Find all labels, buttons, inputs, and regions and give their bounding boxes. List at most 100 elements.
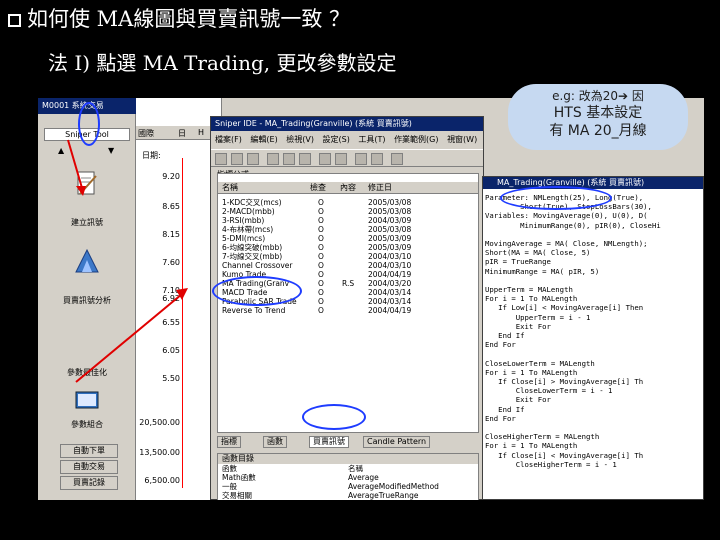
menu-edit[interactable]: 編輯(E): [250, 135, 277, 144]
code-line: MinimumRange = MA( pIR, 5): [485, 266, 600, 276]
list-item[interactable]: Math函數 Average: [218, 473, 478, 482]
chart-date-label: 日期:: [142, 151, 161, 160]
auto-trade-button[interactable]: 自動交易: [60, 460, 118, 474]
code-line: End For: [485, 413, 516, 423]
ide-tab-strip: 指標 函數 買賣訊號 Candle Pattern: [217, 435, 479, 449]
table-row[interactable]: 6-均線突破(mbb) O 2005/03/09: [218, 243, 478, 252]
code-line: End If: [485, 404, 525, 414]
list-item[interactable]: 一般 AverageModifiedMethod: [218, 482, 478, 491]
price-tick: 8.65: [162, 202, 180, 211]
cut-icon[interactable]: [267, 153, 279, 165]
price-tick: 8.15: [162, 230, 180, 239]
table-row[interactable]: Reverse To Trend O 2004/04/19: [218, 306, 478, 315]
volume-tick: 20,500.00: [139, 418, 180, 427]
table-row[interactable]: 1-KDC交叉(mcs) O 2005/03/08: [218, 198, 478, 207]
ide-menu-bar: 檔案(F) 編輯(E) 檢視(V) 設定(S) 工具(T) 作業範例(G) 視窗…: [211, 133, 483, 147]
code-line: If Low[i] < MovingAverage[i] Then: [485, 303, 644, 313]
tab-function[interactable]: 函數: [263, 436, 287, 448]
undo-icon[interactable]: [319, 153, 331, 165]
code-line: If Close[i] < MovingAverage[i] Th: [485, 450, 644, 460]
chart-market-label[interactable]: 國際: [138, 128, 154, 139]
ide-title-bar[interactable]: Sniper IDE - MA_Trading(Granville) (系統 買…: [211, 117, 483, 131]
param-combo-label[interactable]: 參數組合: [38, 420, 136, 430]
menu-window[interactable]: 視窗(W): [447, 135, 477, 144]
code-line: For i = 1 To MALength: [485, 441, 578, 451]
new-file-icon[interactable]: [215, 153, 227, 165]
function-panel-title: 函數目錄: [222, 454, 254, 463]
checkbox-bullet-icon: [8, 14, 21, 27]
table-row[interactable]: 2-MACD(mbb) O 2005/03/08: [218, 207, 478, 216]
highlight-ma-trading-ellipse: [212, 276, 302, 306]
function-list-panel: 函數目錄 函數 名稱 Math函數 Average 一般 AverageModifie…: [217, 453, 479, 500]
tab-candle-pattern[interactable]: Candle Pattern: [363, 436, 431, 448]
paste-icon[interactable]: [299, 153, 311, 165]
scroll-down-icon[interactable]: ▼: [108, 146, 114, 155]
compile-icon[interactable]: [355, 153, 367, 165]
code-line: Variables: MovingAverage(0), U(0), D(: [485, 211, 648, 221]
callout-line-3: 有 MA 20_月線: [549, 123, 647, 139]
code-line: CloseHigherTerm = MALength: [485, 432, 600, 442]
highlight-trade-signal-tab-ellipse: [302, 404, 366, 430]
callout-line-2: HTS 基本設定: [553, 105, 643, 121]
grid-header: 名稱 檢查 內容 修正日: [218, 182, 478, 194]
code-line: CloseLowerTerm = i - 1: [485, 386, 613, 396]
code-editor-window: MA_Trading(Granville) (系統 買賣訊號) Paramete…: [482, 176, 704, 500]
signal-analysis-icon[interactable]: [72, 246, 102, 276]
menu-examples[interactable]: 作業範例(G): [394, 135, 438, 144]
chart-period-label[interactable]: 日: [178, 128, 186, 139]
help-icon[interactable]: [391, 153, 403, 165]
red-arrow-icon: [75, 288, 188, 383]
list-item[interactable]: 交易相關 AverageTrueRange: [218, 491, 478, 500]
tab-indicator[interactable]: 指標: [217, 436, 241, 448]
code-line: For i = 1 To MALength: [485, 367, 578, 377]
app-screenshot: M0001 系統交易 Sniper Tool ▲ ▼ 建立訊號 買賣訊號分析 參…: [38, 98, 704, 500]
table-row[interactable]: 4-布林帶(mcs) O 2005/03/08: [218, 225, 478, 234]
menu-settings[interactable]: 設定(S): [323, 135, 350, 144]
save-icon[interactable]: [247, 153, 259, 165]
code-line: End If: [485, 331, 525, 341]
code-line: MovingAverage = MA( Close, NMLength);: [485, 239, 648, 249]
menu-tools[interactable]: 工具(T): [358, 135, 385, 144]
function-list-header: 函數目錄: [218, 454, 478, 464]
table-row[interactable]: 7-均線交叉(mbb) O 2004/03/10: [218, 252, 478, 261]
col-date[interactable]: 修正日: [368, 182, 392, 194]
code-line: Short(MA = MA( Close, 5): [485, 248, 591, 258]
code-line: Exit For: [485, 395, 551, 405]
tab-trade-signal[interactable]: 買賣訊號: [309, 436, 349, 448]
code-editor-text[interactable]: Parameter: NMLength(25), Long(True), Sho…: [485, 193, 701, 497]
code-line: Exit For: [485, 321, 551, 331]
function-list-columns: 函數 名稱: [222, 464, 363, 473]
red-arrow-icon: [67, 139, 86, 196]
code-line: MinimumRange(0), pIR(0), CloseHi: [485, 220, 661, 230]
copy-icon[interactable]: [283, 153, 295, 165]
trade-record-button[interactable]: 買賣記錄: [60, 476, 118, 490]
sniper-ide-window: Sniper IDE - MA_Trading(Granville) (系統 買…: [210, 116, 484, 500]
open-file-icon[interactable]: [231, 153, 243, 165]
code-line: For i = 1 To MALength: [485, 294, 578, 304]
chart-h-label[interactable]: H: [198, 128, 204, 137]
code-line: pIR = TrueRange: [485, 257, 551, 267]
ide-toolbar: [211, 149, 483, 167]
col-check[interactable]: 檢查: [310, 182, 326, 194]
editor-title-bar[interactable]: MA_Trading(Granville) (系統 買賣訊號): [483, 177, 703, 189]
callout-line-1: e.g: 改為20➔ 因: [552, 89, 644, 103]
code-line: CloseLowerTerm = MALength: [485, 358, 595, 368]
volume-tick: 6,500.00: [144, 476, 180, 485]
menu-file[interactable]: 檔案(F): [215, 135, 242, 144]
col-name[interactable]: 名稱: [222, 182, 238, 194]
book-icon[interactable]: [72, 384, 102, 414]
menu-view[interactable]: 檢視(V): [286, 135, 314, 144]
callout-bubble: e.g: 改為20➔ 因 HTS 基本設定 有 MA 20_月線: [508, 84, 688, 150]
table-row[interactable]: Channel Crossover O 2004/03/10: [218, 261, 478, 270]
auto-order-button[interactable]: 自動下單: [60, 444, 118, 458]
table-row[interactable]: 3-RSI(mbb) O 2004/03/09: [218, 216, 478, 225]
col-content[interactable]: 內容: [340, 182, 356, 194]
build-signal-label[interactable]: 建立訊號: [38, 218, 136, 228]
verify-icon[interactable]: [371, 153, 383, 165]
redo-icon[interactable]: [335, 153, 347, 165]
price-tick: 9.20: [162, 172, 180, 181]
table-row[interactable]: 5-DMI(mcs) O 2005/03/09: [218, 234, 478, 243]
